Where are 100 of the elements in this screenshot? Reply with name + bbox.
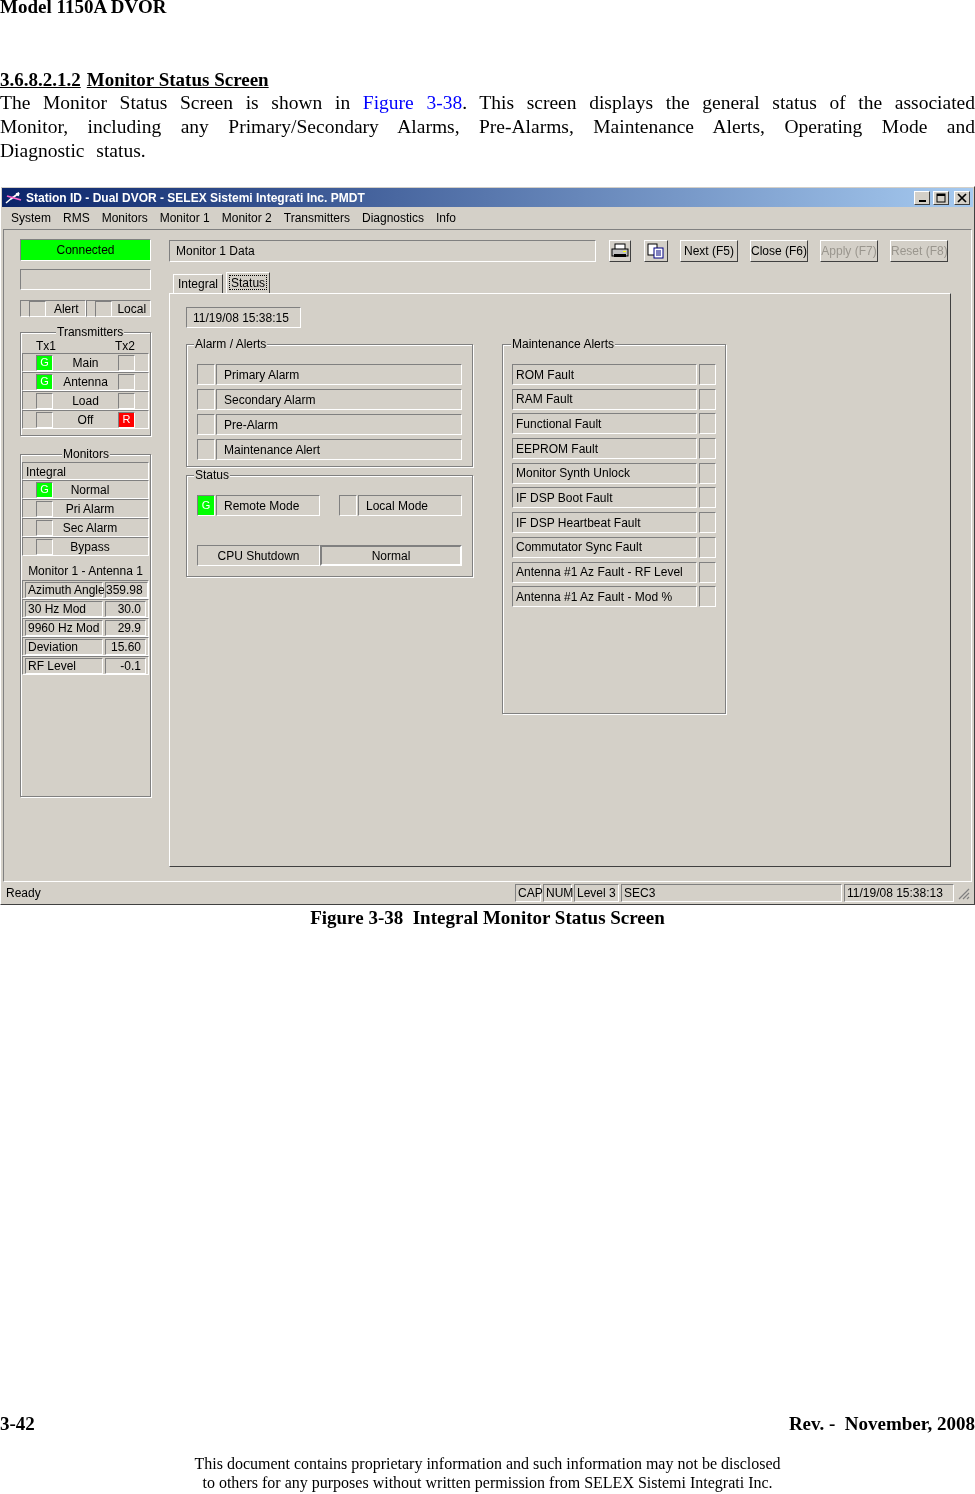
alert-label: ROM Fault bbox=[512, 364, 697, 385]
minimize-icon bbox=[918, 199, 926, 202]
status-lamp bbox=[699, 413, 716, 435]
alert-label: Functional Fault bbox=[512, 413, 697, 435]
status-time: 11/19/08 15:38:13 bbox=[844, 884, 954, 902]
menu-item[interactable]: RMS bbox=[57, 209, 96, 227]
status-lamp bbox=[197, 439, 215, 460]
row-label: Off bbox=[76, 411, 95, 429]
notice-line: This document contains proprietary information and such information may not be disclosed bbox=[194, 1454, 781, 1473]
toolbar-button[interactable]: Next (F5) bbox=[680, 239, 738, 262]
alert-label: EEPROM Fault bbox=[512, 438, 697, 460]
status-message: Ready bbox=[5, 885, 42, 902]
row-label: Main bbox=[71, 354, 100, 372]
page-number: 3-42 bbox=[0, 1413, 35, 1435]
cpu-label: CPU Shutdown bbox=[197, 545, 320, 566]
status-lamp bbox=[699, 561, 716, 583]
maximize-button[interactable] bbox=[933, 190, 949, 205]
menu-item[interactable]: Diagnostics bbox=[356, 209, 431, 227]
status-lamp: G bbox=[36, 481, 53, 498]
alert-label: Commutator Sync Fault bbox=[512, 536, 697, 558]
status-lamp: G bbox=[36, 354, 53, 371]
close-icon bbox=[955, 191, 969, 204]
status-lamp bbox=[197, 414, 215, 435]
status-lamp bbox=[699, 586, 716, 608]
status-pane: Level 3 bbox=[574, 884, 619, 902]
status-lamp bbox=[699, 512, 716, 534]
maximize-icon bbox=[934, 191, 948, 204]
mode-label: Remote Mode bbox=[216, 495, 320, 516]
row-label: Normal bbox=[69, 481, 111, 499]
row-label: Sec Alarm bbox=[61, 519, 119, 537]
status-pane: CAP bbox=[515, 884, 541, 902]
section-number: 3.6.8.2.1.2 bbox=[0, 69, 81, 91]
link[interactable]: Figure 3-38 bbox=[362, 92, 463, 113]
reading-label: Azimuth Angle bbox=[25, 581, 103, 598]
minimize-button[interactable] bbox=[914, 190, 930, 205]
revision-date: Rev. - November, 2008 bbox=[788, 1413, 975, 1435]
figure-caption: Figure 3-38 Integral Monitor Status Screen bbox=[309, 906, 666, 930]
close-button[interactable] bbox=[954, 190, 970, 205]
alarm-label: Maintenance Alert bbox=[216, 439, 462, 460]
reading-label: RF Level bbox=[25, 657, 103, 674]
window-title: Station ID - Dual DVOR - SELEX Sistemi Integrati Inc. PMDT bbox=[26, 191, 365, 204]
status-lamp bbox=[197, 389, 215, 410]
alert-label: Monitor Synth Unlock bbox=[512, 462, 697, 484]
paragraph: The Monitor Status Screen is shown in Figure 3-38. This screen displays the general status of the associated Monitor, including any Primary/Secondary Alarms, Pre-Alarms, Maintenance Alerts, Operating Mode and Diagnostic status. bbox=[0, 91, 975, 163]
menu-item[interactable]: Monitors bbox=[95, 209, 154, 227]
tab[interactable]: Integral bbox=[173, 274, 224, 293]
menu-item[interactable]: System bbox=[5, 209, 57, 227]
reading-value: 15.60 bbox=[105, 638, 146, 655]
printer-icon bbox=[611, 242, 629, 259]
row-label: Load bbox=[71, 392, 100, 410]
bolt-icon bbox=[5, 190, 23, 205]
status-lamp bbox=[699, 438, 716, 460]
alarm-label: Primary Alarm bbox=[216, 364, 462, 385]
reading-value: -0.1 bbox=[105, 657, 146, 674]
row-label: Bypass bbox=[69, 538, 111, 556]
connection-status: Connected bbox=[20, 239, 151, 261]
alert-label: IF DSP Heartbeat Fault bbox=[512, 512, 697, 534]
status-lamp bbox=[699, 364, 716, 385]
menu-item[interactable]: Monitor 2 bbox=[215, 209, 278, 227]
section-title: Monitor Status Screen bbox=[86, 69, 269, 91]
toolbar-button[interactable]: Close (F6) bbox=[750, 239, 808, 262]
data-title-field: Monitor 1 Data bbox=[169, 239, 596, 262]
integral-label: Integral bbox=[22, 462, 149, 480]
cpu-value: Normal bbox=[320, 545, 462, 566]
menu-item[interactable]: Info bbox=[430, 209, 463, 227]
alert-label: Antenna #1 Az Fault - RF Level bbox=[512, 561, 697, 583]
reading-label: Deviation bbox=[25, 638, 103, 655]
page-header: Model 1150A DVOR bbox=[0, 0, 168, 17]
status-lamp: R bbox=[118, 411, 135, 428]
alarm-label: Pre-Alarm bbox=[216, 414, 462, 435]
column-header: Tx1 bbox=[36, 339, 56, 353]
reading-label: 9960 Hz Mod bbox=[25, 619, 103, 636]
tab[interactable]: Status bbox=[226, 272, 271, 293]
copy-button[interactable] bbox=[644, 239, 668, 262]
row-label: Pri Alarm bbox=[64, 500, 116, 518]
status-lamp bbox=[197, 364, 215, 385]
copy-icon bbox=[647, 242, 665, 259]
alert-label: RAM Fault bbox=[512, 388, 697, 410]
resize-grip-icon[interactable] bbox=[956, 886, 970, 900]
flag-label: Alert bbox=[52, 300, 80, 318]
menu-item[interactable]: Monitor 1 bbox=[153, 209, 216, 227]
status-lamp bbox=[699, 536, 716, 558]
reading-value: 30.0 bbox=[105, 600, 146, 617]
status-lamp bbox=[339, 495, 357, 516]
alert-label: IF DSP Boot Fault bbox=[512, 487, 697, 509]
mode-label: Local Mode bbox=[358, 495, 462, 516]
row-label: Antenna bbox=[62, 373, 109, 391]
print-button[interactable] bbox=[609, 239, 631, 262]
alert-label: Antenna #1 Az Fault - Mod % bbox=[512, 586, 697, 608]
column-header: Tx2 bbox=[115, 339, 135, 353]
antenna-title: Monitor 1 - Antenna 1 bbox=[27, 563, 144, 580]
reading-value: 29.9 bbox=[105, 619, 146, 636]
alarm-label: Secondary Alarm bbox=[216, 389, 462, 410]
status-lamp: G bbox=[36, 373, 53, 390]
status-lamp: G bbox=[197, 495, 215, 516]
status-pane: NUM bbox=[543, 884, 572, 902]
status-lamp bbox=[699, 388, 716, 410]
menu-item[interactable]: Transmitters bbox=[277, 209, 356, 227]
timestamp-field: 11/19/08 15:38:15 bbox=[186, 307, 301, 328]
status-lamp bbox=[699, 462, 716, 484]
